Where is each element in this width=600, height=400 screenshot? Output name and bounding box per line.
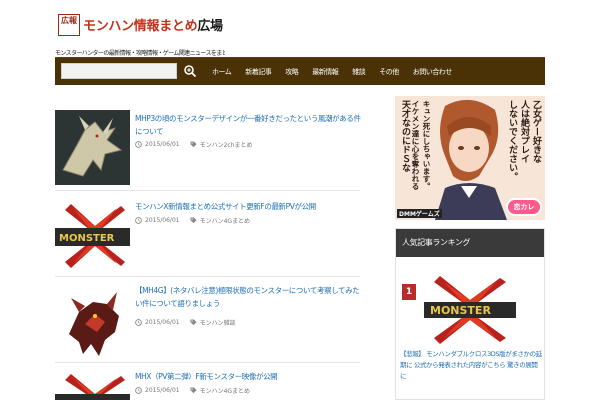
tag-icon [190, 319, 197, 326]
post-meta: 2015/06/01 モンハン4Gまとめ [135, 386, 250, 395]
ad-banner[interactable]: 乙女ゲー好きな 人は絶対プレイ しないでください。 天才なのにドＳな イケメン達… [395, 96, 545, 220]
search-icon [184, 65, 197, 78]
post-category[interactable]: モンハン4Gまとめ [200, 386, 250, 395]
nav-item-chat[interactable]: 雑談 [345, 67, 372, 77]
site-logo[interactable]: モンハン情報まとめ広場 [83, 15, 223, 34]
post-divider [55, 276, 360, 277]
post-title[interactable]: モンハンX新情報まとめ公式サイト更新Fの最新PVが公開 [135, 200, 363, 213]
mhx-logo-thumbnail-icon: MONSTER [55, 198, 130, 273]
post-title[interactable]: 【MH4G】(ネタバレ注意)極限状態のモンスターについて考察してみたい件について… [135, 284, 363, 310]
site-logo-main[interactable]: モンハン情報まとめ [83, 19, 198, 34]
mhx-logo-thumbnail-icon [55, 368, 130, 400]
post-category[interactable]: モンハン雑談 [200, 318, 236, 327]
nav-menu: ホーム 新着記事 攻略 最新情報 雑談 その他 お問い合わせ [205, 58, 459, 86]
search-input[interactable] [61, 63, 177, 79]
site-logo-place[interactable]: 広場 [197, 19, 223, 34]
tag-icon [190, 387, 197, 394]
post-date: 2015/06/01 [145, 217, 180, 224]
post-date: 2015/06/01 [145, 387, 180, 394]
post-title[interactable]: MHP3の頃のモンスターデザインが一番好きだったという風潮がある件について [135, 112, 363, 138]
clock-icon [135, 141, 142, 148]
post-thumbnail[interactable]: MONSTER [55, 198, 130, 273]
mhx-logo-thumbnail-icon: MONSTER [420, 274, 520, 346]
ranking-widget: 人気記事ランキング 1 MONSTER 【悲報】 モンハンダブルクロス3DS版が… [395, 228, 545, 400]
ad-copy-line: 人は絶対プレイ [519, 100, 529, 163]
tag-icon [190, 217, 197, 224]
monster-thumbnail-icon [55, 110, 130, 185]
post-meta: 2015/06/01 モンハン4Gまとめ [135, 216, 250, 225]
ad-copy-line: 天才なのにドＳな [400, 100, 410, 172]
clock-icon [135, 319, 142, 326]
tag-icon [190, 141, 197, 148]
ad-badge: 恋カレ [506, 198, 542, 216]
logo-stamp-icon[interactable]: 広報 [58, 14, 80, 36]
rank-badge: 1 [402, 284, 416, 300]
ad-copy-line: イケメン達に心を奪われる [411, 100, 420, 190]
site-tagline: モンスターハンターの最新情報・攻略情報・ゲーム関連ニュースをまとめてお届けします [55, 50, 225, 57]
post-date: 2015/06/01 [145, 141, 180, 148]
ad-copy-line: キュン死にしちゃいます。 [422, 100, 431, 190]
post-category[interactable]: モンハン4Gまとめ [200, 216, 250, 225]
clock-icon [135, 217, 142, 224]
post-date: 2015/06/01 [145, 319, 180, 326]
ranking-item-title[interactable]: 【悲報】 モンハンダブルクロス3DS版がまさかの延期に 公式から発表された内容が… [400, 349, 542, 382]
nav-item-guide[interactable]: 攻略 [278, 67, 305, 77]
post-meta: 2015/06/01 モンハン雑談 [135, 318, 236, 327]
ad-brand-logo: DMMゲームズ [397, 209, 442, 218]
clock-icon [135, 387, 142, 394]
post-divider [55, 190, 360, 191]
post-title[interactable]: MHX（PV第二弾）F新モンスター映像が公開 [135, 370, 363, 383]
nav-item-other[interactable]: その他 [372, 67, 406, 77]
nav-item-contact[interactable]: お問い合わせ [406, 67, 459, 77]
svg-text:MONSTER: MONSTER [59, 233, 115, 244]
post-divider [55, 362, 360, 363]
nav-item-new[interactable]: 新着記事 [238, 67, 278, 77]
nav-item-home[interactable]: ホーム [205, 67, 238, 77]
widget-title: 人気記事ランキング [396, 229, 544, 257]
site-header: 広報 モンハン情報まとめ広場 [55, 12, 545, 48]
ad-copy-line: 乙女ゲー好きな [531, 100, 541, 163]
nav-item-latest[interactable]: 最新情報 [305, 67, 345, 77]
ranking-thumbnail[interactable]: MONSTER [420, 274, 520, 346]
svg-text:MONSTER: MONSTER [430, 304, 491, 317]
monster-thumbnail-icon [55, 284, 130, 359]
search-button[interactable] [183, 64, 197, 78]
post-thumbnail[interactable] [55, 284, 130, 359]
post-meta: 2015/06/01 モンハン2chまとめ [135, 140, 253, 149]
post-category[interactable]: モンハン2chまとめ [200, 140, 253, 149]
post-thumbnail[interactable] [55, 110, 130, 185]
main-navbar: ホーム 新着記事 攻略 最新情報 雑談 その他 お問い合わせ [55, 57, 545, 85]
ad-copy-line: しないでください。 [507, 100, 517, 181]
post-thumbnail[interactable] [55, 368, 130, 400]
